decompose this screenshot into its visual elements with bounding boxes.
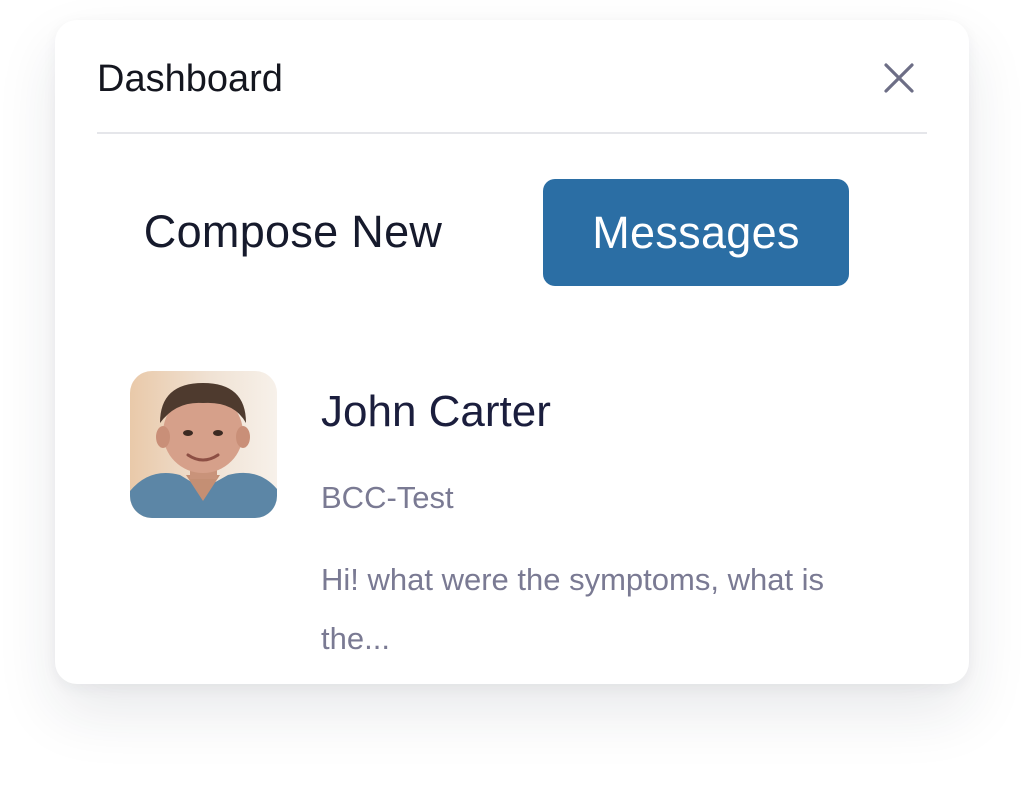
avatar bbox=[130, 371, 277, 518]
message-list-item[interactable]: John Carter BCC-Test Hi! what were the s… bbox=[129, 370, 909, 660]
close-button[interactable] bbox=[881, 60, 917, 96]
tab-compose-new[interactable]: Compose New bbox=[113, 178, 473, 286]
tab-messages[interactable]: Messages bbox=[543, 179, 849, 286]
message-preview: Hi! what were the symptoms, what is the.… bbox=[321, 562, 825, 656]
panel-header: Dashboard bbox=[97, 56, 927, 134]
panel-title: Dashboard bbox=[97, 58, 283, 100]
dashboard-panel: Dashboard Compose New Messages John Cart… bbox=[55, 20, 969, 684]
message-sender: John Carter bbox=[321, 387, 551, 436]
tab-messages-label: Messages bbox=[592, 206, 800, 258]
message-subject: BCC-Test bbox=[321, 480, 454, 515]
close-icon bbox=[884, 63, 914, 93]
tab-compose-new-label: Compose New bbox=[143, 206, 443, 257]
